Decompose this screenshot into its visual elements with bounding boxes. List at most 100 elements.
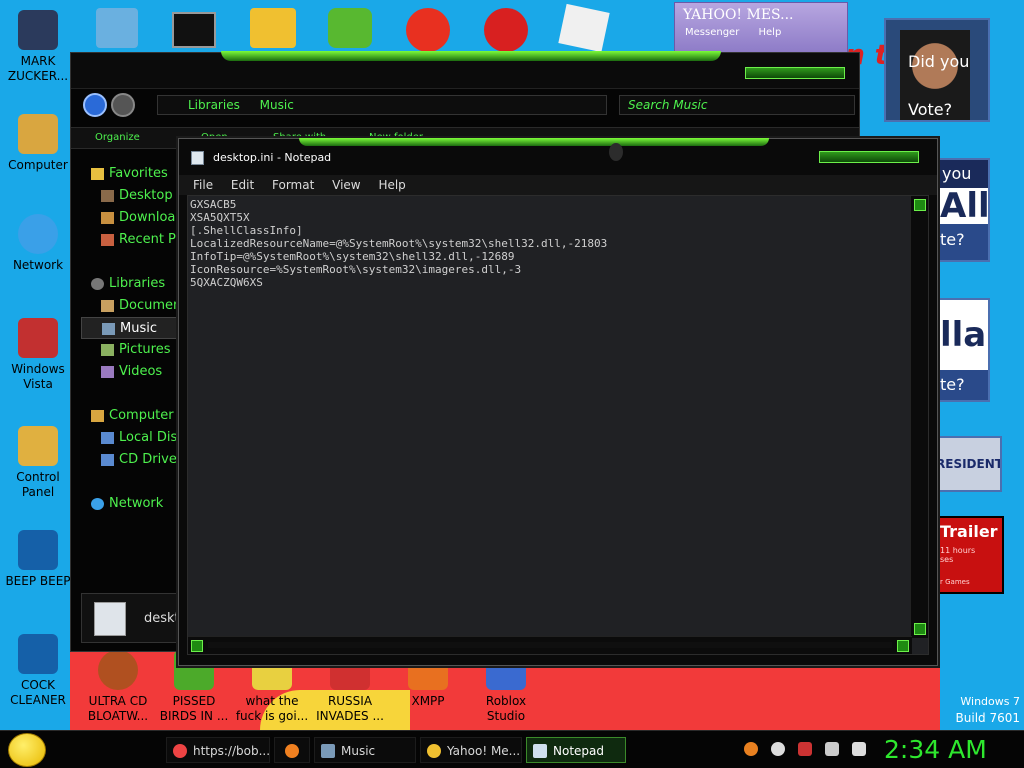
clock[interactable]: 2:34 AM [884, 733, 987, 767]
navigation-pane: Favorites Desktop Downloads Recent Place… [81, 163, 191, 515]
yahoo-title: YAHOO! MES... [683, 7, 794, 23]
ad-trailer[interactable]: Trailer 11 hours ses r Games [934, 516, 1004, 594]
disk-icon [101, 432, 114, 444]
sidebar-item-music[interactable]: Music [81, 317, 191, 339]
ad-obama[interactable]: Did you Vote? [884, 18, 990, 122]
taskbar-item-browser[interactable]: https://bob... [166, 737, 270, 763]
scroll-right-arrow-icon[interactable] [897, 640, 909, 652]
ad-te2-text: te? [940, 370, 988, 400]
sidebar-item-videos[interactable]: Videos [81, 361, 191, 383]
computer-icon [91, 410, 104, 422]
pictures-icon [101, 344, 114, 356]
yahoo-help[interactable]: Help [759, 27, 782, 38]
menu-format[interactable]: Format [272, 178, 314, 192]
notepad-titlebar[interactable]: desktop.ini - Notepad [179, 138, 937, 175]
videos-icon [101, 366, 114, 378]
messenger-icon[interactable] [771, 742, 786, 756]
scroll-track[interactable] [208, 642, 892, 648]
organize-button[interactable]: Organize [95, 128, 140, 148]
yahoo-subtitle: Messenger [685, 27, 740, 38]
desktop-icon-network[interactable]: Network [0, 214, 76, 273]
scroll-down-arrow-icon[interactable] [914, 623, 926, 635]
top-icon-devcpp[interactable] [484, 8, 528, 52]
back-button[interactable] [83, 93, 107, 117]
sidebar-item-recent[interactable]: Recent Places [81, 229, 191, 251]
desktop-icon-ultra-cd[interactable]: ULTRA CD BLOATW... [80, 650, 156, 724]
ad-all-text: All [940, 186, 990, 226]
network-tray-icon[interactable] [825, 742, 840, 756]
window-controls[interactable] [819, 151, 919, 163]
ad-vote-1[interactable]: you All te? [938, 158, 990, 262]
taskbar-item-yahoo[interactable]: Yahoo! Me... [420, 737, 522, 763]
scroll-up-arrow-icon[interactable] [914, 199, 926, 211]
ad-hours-text: 11 hours [940, 546, 976, 555]
taskbar-item-music[interactable]: Music [314, 737, 416, 763]
editor-content[interactable]: GXSACB5 XSA5QXT5X [.ShellClassInfo] Loca… [190, 198, 908, 289]
music-icon [102, 323, 115, 335]
search-icon[interactable] [744, 742, 758, 756]
desktop-icon-cock-cleaner[interactable]: COCK CLEANER [0, 634, 76, 708]
top-icon-bad-piggies[interactable] [328, 8, 372, 48]
taskbar-item-firefox[interactable] [274, 737, 310, 763]
recent-icon [101, 234, 114, 246]
menu-edit[interactable]: Edit [231, 178, 254, 192]
desktop-icon-windows-vista[interactable]: Windows Vista [0, 318, 76, 392]
explorer-titlebar[interactable] [71, 51, 859, 89]
window-title: desktop.ini - Notepad [213, 151, 332, 164]
horizontal-scrollbar[interactable] [188, 636, 912, 654]
menu-help[interactable]: Help [378, 178, 405, 192]
start-button[interactable] [8, 733, 46, 767]
breadcrumb-libraries[interactable]: Libraries [188, 98, 240, 112]
network-icon [91, 498, 104, 510]
action-center-icon[interactable] [798, 742, 813, 756]
address-box[interactable]: Libraries Music [157, 95, 607, 115]
search-input[interactable]: Search Music [619, 95, 855, 115]
sidebar-item-documents[interactable]: Documents [81, 295, 191, 317]
scroll-left-arrow-icon[interactable] [191, 640, 203, 652]
taskbar-item-notepad[interactable]: Notepad [526, 737, 626, 763]
desktop-icon-computer[interactable]: Computer [0, 114, 76, 173]
volume-icon[interactable] [852, 742, 867, 756]
forward-button[interactable] [111, 93, 135, 117]
notepad-window[interactable]: desktop.ini - Notepad File Edit Format V… [178, 138, 938, 666]
ad-vote-2[interactable]: lla te? [938, 298, 990, 402]
top-icon-p[interactable] [406, 8, 450, 52]
menu-file[interactable]: File [193, 178, 213, 192]
top-icon-cmd[interactable] [172, 12, 216, 48]
notepad-icon [533, 744, 547, 758]
computer-icon [18, 114, 58, 154]
vertical-scrollbar[interactable] [910, 196, 928, 638]
sidebar-item-downloads[interactable]: Downloads [81, 207, 191, 229]
person-icon [18, 10, 58, 50]
top-icon-1[interactable] [96, 8, 138, 48]
sidebar-item-pictures[interactable]: Pictures [81, 339, 191, 361]
desktop-icon-mark-zucker[interactable]: MARK ZUCKER... [0, 10, 76, 84]
breadcrumb-music[interactable]: Music [260, 98, 294, 112]
sidebar-favorites[interactable]: Favorites [81, 163, 191, 185]
system-tray [744, 741, 874, 759]
taskbar: https://bob... Music Yahoo! Me... Notepa… [0, 730, 1024, 768]
windows-version-watermark: Windows 7 Build 7601 [955, 695, 1020, 725]
details-pane: deskt [81, 593, 181, 643]
desktop-icon-beep-beep[interactable]: BEEP BEEP [0, 530, 76, 589]
sidebar-item-desktop[interactable]: Desktop [81, 185, 191, 207]
top-icon-3[interactable] [250, 8, 296, 48]
ad-president[interactable]: RESIDENT [934, 436, 1002, 492]
libraries-icon [91, 278, 104, 290]
downloads-icon [101, 212, 114, 224]
menu-view[interactable]: View [332, 178, 360, 192]
sidebar-item-local-disk[interactable]: Local Disk [81, 427, 191, 449]
window-controls[interactable] [745, 67, 845, 79]
ad-ses-text: ses [940, 555, 954, 564]
sidebar-libraries[interactable]: Libraries [81, 273, 191, 295]
text-editor[interactable]: GXSACB5 XSA5QXT5X [.ShellClassInfo] Loca… [187, 195, 929, 655]
firefox-icon [285, 744, 299, 758]
star-icon [91, 168, 104, 180]
top-icon-roblox[interactable] [558, 3, 610, 53]
yahoo-messenger-window[interactable]: YAHOO! MES... Messenger Help [674, 2, 848, 54]
desktop-icon-control-panel[interactable]: Control Panel [0, 426, 76, 500]
sidebar-network[interactable]: Network [81, 493, 191, 515]
sidebar-item-cd-drive[interactable]: CD Drive [81, 449, 191, 471]
sidebar-computer[interactable]: Computer [81, 405, 191, 427]
details-filename: deskt [144, 611, 180, 626]
